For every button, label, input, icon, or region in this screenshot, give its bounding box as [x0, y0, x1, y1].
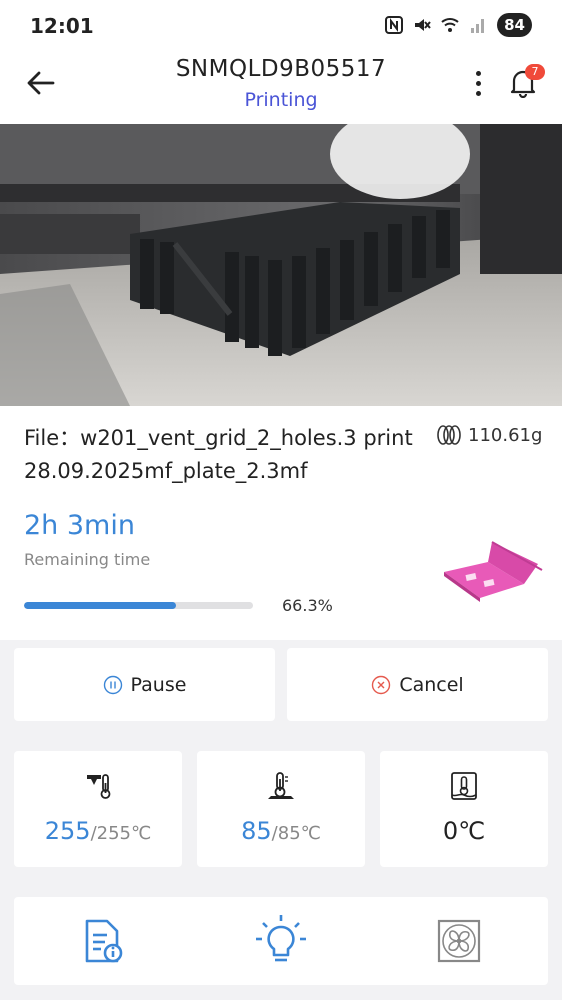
file-info-icon — [85, 919, 123, 963]
chamber-temperature-icon — [451, 772, 477, 800]
notification-badge: 7 — [525, 64, 545, 80]
cancel-button[interactable]: Cancel — [287, 648, 548, 721]
nfc-icon — [385, 16, 404, 34]
more-dot — [475, 80, 481, 86]
camera-image — [0, 124, 562, 406]
status-time: 12:01 — [30, 14, 94, 38]
remaining-time: 2h 3min — [24, 510, 135, 541]
pause-circle-icon — [103, 675, 122, 694]
fan-icon — [437, 919, 481, 963]
nozzle-temperature-icon — [87, 774, 111, 799]
battery-level: 84 — [497, 13, 532, 37]
mute-icon — [415, 19, 431, 31]
notifications-button[interactable]: 7 — [508, 64, 545, 99]
cancel-circle-icon — [372, 675, 391, 694]
bed-temperature-icon — [268, 772, 294, 799]
light-toggle-button[interactable] — [251, 911, 311, 971]
nozzle-temp-value: 255/255℃ — [45, 817, 151, 845]
cancel-label: Cancel — [399, 673, 464, 696]
filament-spool-icon — [437, 425, 461, 445]
progress-bar-fill — [24, 602, 176, 609]
file-info-button[interactable] — [73, 911, 133, 971]
tools-bar — [14, 897, 548, 985]
model-thumbnail — [444, 541, 543, 602]
status-icons: 84 — [385, 13, 532, 37]
filament-weight-value: 110.61g — [468, 424, 543, 446]
bed-temp-value: 85/85℃ — [241, 817, 321, 845]
filament-weight: 110.61g — [436, 424, 542, 446]
app-header: SNMQLD9B05517 Printing 7 — [0, 52, 562, 124]
status-bar: 12:01 84 — [0, 0, 562, 52]
more-menu-button[interactable] — [466, 66, 490, 100]
nozzle-temp-current: 255 — [44, 817, 91, 845]
bed-temp-target: /85℃ — [271, 823, 321, 844]
signal-icon — [471, 19, 485, 33]
fan-control-button[interactable] — [429, 911, 489, 971]
pause-label: Pause — [130, 673, 187, 696]
remaining-time-label: Remaining time — [24, 550, 151, 569]
light-bulb-icon — [256, 915, 306, 962]
print-info-panel: File：w201_vent_grid_2_holes.3 print 28.0… — [0, 406, 562, 640]
more-vertical-icon — [475, 70, 481, 76]
wifi-icon — [441, 18, 459, 32]
nozzle-temp-target: /255℃ — [90, 823, 152, 844]
pause-button[interactable]: Pause — [14, 648, 275, 721]
file-name: File：w201_vent_grid_2_holes.3 print 28.0… — [24, 426, 413, 483]
bed-temp-card[interactable]: 85/85℃ — [197, 751, 365, 867]
chamber-temp-card[interactable]: 0℃ — [380, 751, 548, 867]
progress-bar — [24, 602, 253, 609]
chamber-temp-value: 0℃ — [442, 817, 486, 845]
more-dot — [475, 90, 481, 96]
camera-feed[interactable] — [0, 124, 562, 406]
nozzle-temp-card[interactable]: 255/255℃ — [14, 751, 182, 867]
progress-percent: 66.3% — [282, 596, 333, 615]
bed-temp-current: 85 — [241, 817, 272, 845]
